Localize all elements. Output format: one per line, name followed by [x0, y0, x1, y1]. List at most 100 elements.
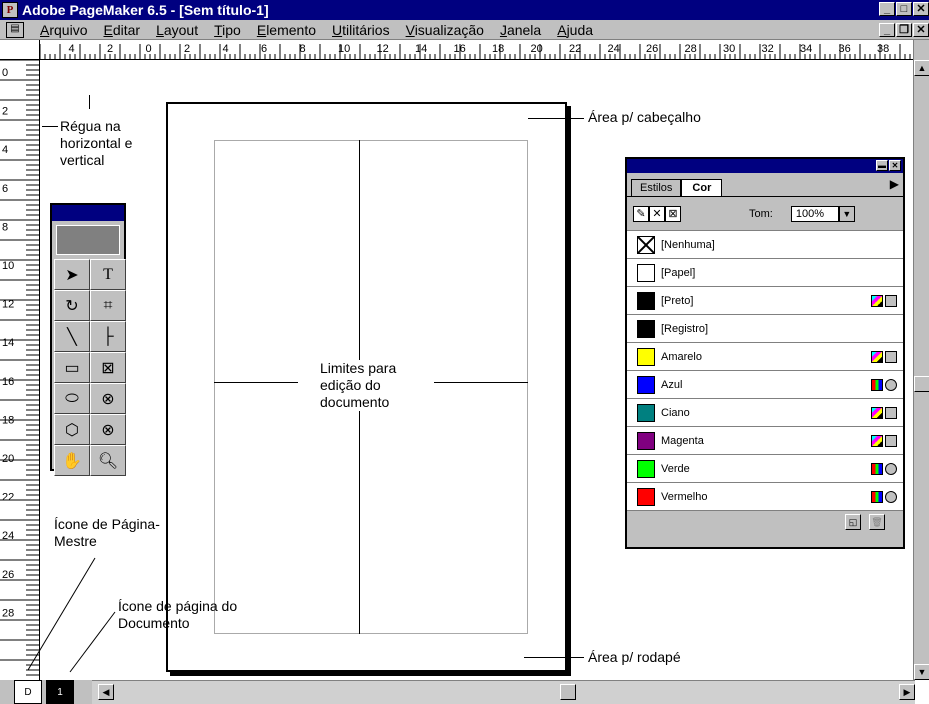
- ruler-h-label: 34: [800, 43, 812, 55]
- constrained-line-tool-icon[interactable]: ├: [90, 321, 126, 352]
- polygon-tool-icon[interactable]: ⬡: [54, 414, 90, 445]
- color-swatch: [637, 291, 655, 310]
- zoom-tool-icon[interactable]: 🔍︎: [90, 445, 126, 476]
- color-row[interactable]: Amarelo: [627, 343, 903, 371]
- scroll-right-button[interactable]: ▶: [899, 684, 915, 700]
- document-page-icon[interactable]: 1: [46, 680, 74, 704]
- color-name: Azul: [661, 378, 683, 391]
- menu-4[interactable]: Elemento: [249, 22, 324, 38]
- minimize-button[interactable]: _: [879, 2, 895, 16]
- vertical-scroll-thumb[interactable]: [914, 376, 929, 392]
- ellipse-frame-tool-icon[interactable]: ⊗: [90, 383, 126, 414]
- crop-tool-icon[interactable]: ⌗: [90, 290, 126, 321]
- palette-close-button[interactable]: ✕: [889, 160, 901, 171]
- menu-3[interactable]: Tipo: [206, 22, 249, 38]
- palette-minimize-button[interactable]: ▬: [876, 160, 888, 171]
- color-palette[interactable]: ▬ ✕ Estilos Cor ▶ ✎ ✕ ⊠ Tom: 100% ▼ [Nen…: [625, 157, 905, 549]
- color-row[interactable]: Ciano: [627, 399, 903, 427]
- menu-0[interactable]: Arquivo: [32, 22, 95, 38]
- color-row[interactable]: Magenta: [627, 427, 903, 455]
- ruler-h-label: 28: [685, 43, 697, 55]
- doc-close-button[interactable]: ✕: [913, 23, 929, 37]
- doc-restore-button[interactable]: ❐: [896, 23, 912, 37]
- ruler-v-label: 0: [2, 67, 8, 79]
- line-tool-icon[interactable]: ╲: [54, 321, 90, 352]
- rotate-tool-icon[interactable]: ↻: [54, 290, 90, 321]
- tab-color[interactable]: Cor: [681, 179, 723, 196]
- ruler-h-label: 26: [646, 43, 658, 55]
- ellipse-tool-icon[interactable]: ⬭: [54, 383, 90, 414]
- horizontal-scrollbar[interactable]: ◀ ▶: [92, 680, 915, 704]
- color-row[interactable]: [Preto]: [627, 287, 903, 315]
- color-row[interactable]: [Papel]: [627, 259, 903, 287]
- menu-2[interactable]: Layout: [148, 22, 206, 38]
- ruler-h-label: 8: [300, 43, 306, 55]
- color-row[interactable]: Verde: [627, 455, 903, 483]
- horizontal-scroll-thumb[interactable]: [560, 684, 576, 700]
- ruler-v-label: 18: [2, 414, 14, 426]
- tint-dropdown-arrow-icon[interactable]: ▼: [838, 205, 855, 222]
- color-name: Amarelo: [661, 350, 702, 363]
- palette-titlebar[interactable]: ▬ ✕: [627, 159, 903, 173]
- ruler-h-label: 36: [839, 43, 851, 55]
- both-icon[interactable]: ⊠: [665, 205, 681, 222]
- tint-field[interactable]: 100%: [790, 205, 839, 222]
- cmyk-model-icon: [871, 434, 897, 447]
- color-swatch: [637, 487, 655, 506]
- palette-menu-arrow-icon[interactable]: ▶: [890, 177, 899, 191]
- color-name: [Preto]: [661, 294, 694, 307]
- color-row[interactable]: Vermelho: [627, 483, 903, 511]
- menu-7[interactable]: Janela: [492, 22, 549, 38]
- ruler-h-label: 18: [492, 43, 504, 55]
- menu-5[interactable]: Utilitários: [324, 22, 398, 38]
- color-name: Verde: [661, 462, 690, 475]
- color-list[interactable]: [Nenhuma] [Papel] [Preto] [Registro] Amarelo…: [627, 231, 903, 511]
- delete-color-button[interactable]: 🗑︎: [869, 514, 885, 530]
- color-row[interactable]: Azul: [627, 371, 903, 399]
- color-row[interactable]: [Registro]: [627, 315, 903, 343]
- tab-styles[interactable]: Estilos: [631, 179, 682, 196]
- fill-icon[interactable]: ✕: [649, 205, 665, 222]
- menu-bar: ▤ Arquivo Editar Layout Tipo Elemento Utilitá…: [0, 20, 929, 40]
- new-color-button[interactable]: ◱: [845, 514, 861, 530]
- rgb-model-icon: [871, 462, 897, 475]
- polygon-frame-tool-icon[interactable]: ⊗: [90, 414, 126, 445]
- app-icon[interactable]: P: [2, 2, 18, 18]
- doc-minimize-button[interactable]: _: [879, 23, 895, 37]
- ruler-h-label: 24: [608, 43, 620, 55]
- color-name: [Registro]: [661, 322, 709, 335]
- cmyk-model-icon: [871, 294, 897, 307]
- ruler-v-label: 14: [2, 337, 14, 349]
- rgb-model-icon: [871, 490, 897, 503]
- menu-8[interactable]: Ajuda: [549, 22, 601, 38]
- scroll-up-button[interactable]: ▲: [914, 60, 929, 76]
- rectangle-frame-tool-icon[interactable]: ⊠: [90, 352, 126, 383]
- hand-tool-icon[interactable]: ✋: [54, 445, 90, 476]
- center-line-right: [434, 382, 528, 383]
- text-tool-icon[interactable]: T: [90, 259, 126, 290]
- scroll-left-button[interactable]: ◀: [98, 684, 114, 700]
- color-name: [Papel]: [661, 266, 696, 279]
- maximize-button[interactable]: □: [896, 2, 912, 16]
- horizontal-ruler[interactable]: 84202468101214161820222426283032343638: [0, 40, 915, 60]
- color-row[interactable]: [Nenhuma]: [627, 231, 903, 259]
- menu-6[interactable]: Visualização: [398, 22, 492, 38]
- doc-menu-icon[interactable]: ▤: [6, 21, 24, 38]
- ruler-origin[interactable]: [0, 40, 40, 60]
- header-annotation: Área p/ cabeçalho: [588, 109, 701, 125]
- rectangle-tool-icon[interactable]: ▭: [54, 352, 90, 383]
- toolbox[interactable]: ➤ T ↻ ⌗ ╲ ├ ▭ ⊠ ⬭ ⊗ ⬡ ⊗ ✋ 🔍︎: [50, 203, 126, 476]
- ruler-v-label: 28: [2, 607, 14, 619]
- menu-1[interactable]: Editar: [95, 22, 148, 38]
- pointer-tool-icon[interactable]: ➤: [54, 259, 90, 290]
- ruler-h-label: 16: [454, 43, 466, 55]
- vertical-scrollbar[interactable]: ▲ ▼: [913, 40, 929, 680]
- color-name: Vermelho: [661, 490, 708, 503]
- color-swatch: [637, 235, 655, 254]
- close-button[interactable]: ✕: [913, 2, 929, 16]
- toolbox-titlebar[interactable]: [52, 205, 124, 221]
- master-page-icon[interactable]: D: [14, 680, 42, 704]
- scroll-down-button[interactable]: ▼: [914, 664, 929, 680]
- stroke-icon[interactable]: ✎: [633, 205, 649, 222]
- ruler-h-label: 2: [107, 43, 113, 55]
